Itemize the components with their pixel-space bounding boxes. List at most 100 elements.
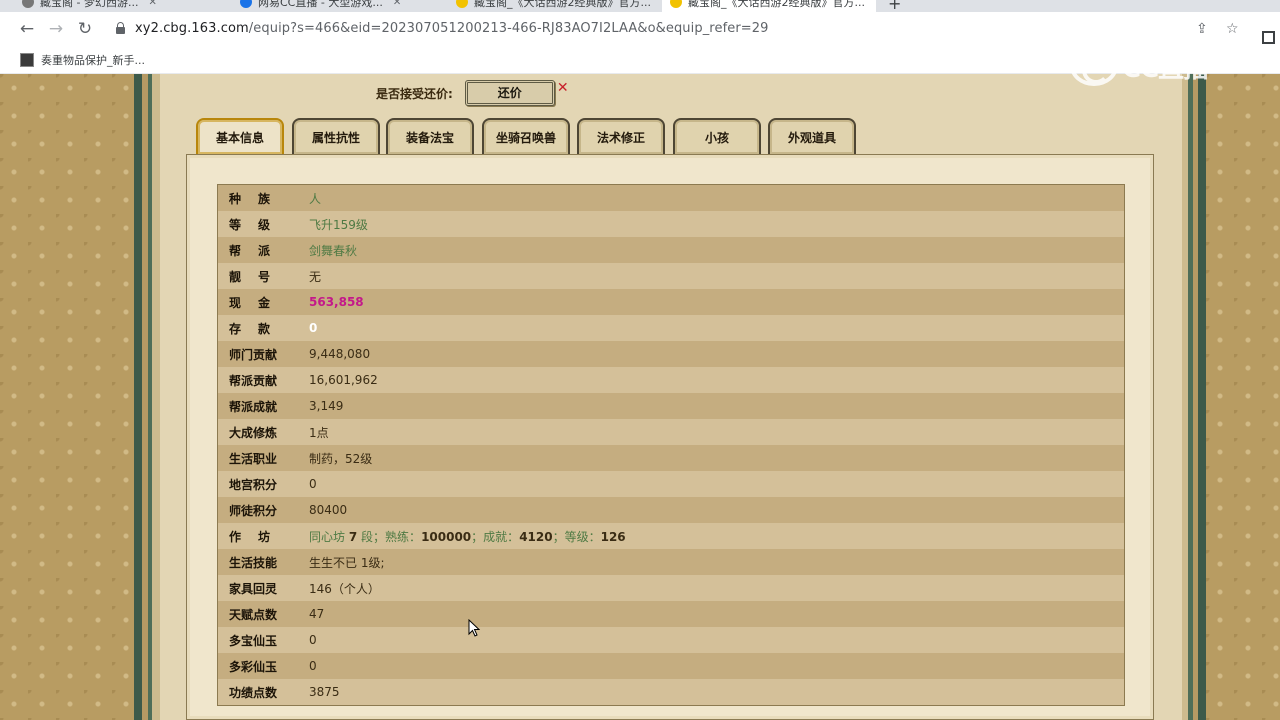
tab-spell-modifiers[interactable]: 法术修正 <box>577 118 665 154</box>
mouse-cursor-icon <box>468 619 480 637</box>
tab-title: 藏宝阁_《大话西游2经典版》官方... <box>688 0 865 9</box>
row-label: 功绩点数 <box>229 685 278 700</box>
left-pattern-background <box>0 74 134 720</box>
side-panel-icon[interactable] <box>1262 31 1275 44</box>
row-label: 多宝仙玉 <box>229 633 278 648</box>
frame-border <box>134 74 142 720</box>
basic-info-table: 种族 人 等级 飞升159级 帮派 剑舞春秋 靓号 无 现金 563,858 存款 0 师门… <box>217 184 1125 706</box>
tab-equipment[interactable]: 装备法宝 <box>386 118 474 154</box>
web-page: 是否接受还价: 还价 ✕ 基本信息 属性抗性 装备法宝 坐骑召唤兽 法术修正 小… <box>0 74 1280 720</box>
row-label: 存款 <box>229 321 288 336</box>
table-row: 作坊 同心坊 7 段；熟练：100000；成就：4120；等级：126 <box>218 523 1124 549</box>
bookmark-star-icon[interactable]: ☆ <box>1226 21 1239 37</box>
row-label: 家具回灵 <box>229 581 278 596</box>
close-x-icon: ✕ <box>556 80 569 96</box>
tab-title: 藏宝阁 - 梦幻西游... <box>40 0 139 9</box>
back-arrow-icon[interactable]: ← <box>16 18 38 40</box>
row-value: 9,448,080 <box>309 347 371 361</box>
tab-children[interactable]: 小孩 <box>673 118 761 154</box>
browser-tab[interactable]: 网易CC直播 - 大型游戏... ✕ <box>232 0 444 12</box>
row-label: 师门贡献 <box>229 347 278 362</box>
close-icon[interactable]: ✕ <box>875 0 876 8</box>
table-row: 现金 563,858 <box>218 289 1124 315</box>
browser-toolbar: ← → ↻ xy2.cbg.163.com/equip?s=466&eid=20… <box>0 12 1280 46</box>
row-label: 天赋点数 <box>229 607 278 622</box>
tab-title: 网易CC直播 - 大型游戏... <box>258 0 383 9</box>
browser-tab[interactable]: 藏宝阁 - 梦幻西游... ✕ <box>14 0 228 12</box>
row-value: 剑舞春秋 <box>309 243 358 258</box>
table-row: 地宫积分 0 <box>218 471 1124 497</box>
new-tab-icon[interactable]: + <box>888 0 901 12</box>
table-row: 师徒积分 80400 <box>218 497 1124 523</box>
reload-icon[interactable]: ↻ <box>74 18 96 40</box>
frame-border <box>152 74 160 720</box>
table-row: 帮派贡献 16,601,962 <box>218 367 1124 393</box>
lock-icon <box>116 22 125 34</box>
bookmark-item[interactable]: 奏重物品保护_新手... <box>20 52 145 68</box>
row-label: 现金 <box>229 295 288 310</box>
tab-appearance[interactable]: 外观道具 <box>768 118 856 154</box>
share-icon[interactable]: ⇪ <box>1196 21 1208 37</box>
counter-offer-button[interactable]: 还价 <box>464 80 555 106</box>
row-label: 生活技能 <box>229 555 278 570</box>
table-row: 天赋点数 47 <box>218 601 1124 627</box>
watermark-text: CC直播 <box>1122 53 1209 84</box>
table-row: 多宝仙玉 0 <box>218 627 1124 653</box>
row-value: 0 <box>309 633 317 647</box>
table-row: 家具回灵 146（个人） <box>218 575 1124 601</box>
frame-border <box>1198 74 1206 720</box>
row-value: 生生不已 1级; <box>309 555 385 570</box>
workshop-value: 同心坊 7 段；熟练：100000；成就：4120；等级：126 <box>309 529 626 544</box>
row-label: 大成修炼 <box>229 425 278 440</box>
table-row: 多彩仙玉 0 <box>218 653 1124 679</box>
right-pattern-background <box>1206 74 1280 720</box>
row-value: 0 <box>309 659 317 673</box>
counter-offer-row: 是否接受还价: 还价 ✕ <box>376 80 569 106</box>
table-row: 师门贡献 9,448,080 <box>218 341 1124 367</box>
browser-tab-active[interactable]: 藏宝阁_《大话西游2经典版》官方... ✕ <box>662 0 876 12</box>
row-label: 靓号 <box>229 269 288 284</box>
row-label: 作坊 <box>229 529 288 544</box>
browser-tab-strip: 藏宝阁 - 梦幻西游... ✕ 网易CC直播 - 大型游戏... ✕ 藏宝阁_《… <box>0 0 1280 12</box>
counter-offer-label: 是否接受还价: <box>376 86 453 101</box>
cc-logo-icon <box>1070 46 1118 86</box>
tab-favicon-icon <box>456 0 468 8</box>
tab-favicon-icon <box>670 0 682 8</box>
tab-favicon-icon <box>22 0 34 8</box>
table-row: 功绩点数 3875 <box>218 679 1124 705</box>
bookmark-favicon-icon <box>20 53 34 67</box>
row-label: 等级 <box>229 217 288 232</box>
row-value: 1点 <box>309 425 329 440</box>
row-value: 无 <box>309 269 322 284</box>
row-value: 563,858 <box>309 295 364 309</box>
address-bar[interactable]: xy2.cbg.163.com/equip?s=466&eid=20230705… <box>104 16 1254 42</box>
url-text: xy2.cbg.163.com/equip?s=466&eid=20230705… <box>135 21 769 36</box>
row-value: 飞升159级 <box>309 217 368 232</box>
table-row: 大成修炼 1点 <box>218 419 1124 445</box>
table-row: 帮派成就 3,149 <box>218 393 1124 419</box>
bookmark-label: 奏重物品保护_新手... <box>41 54 145 67</box>
table-row: 等级 飞升159级 <box>218 211 1124 237</box>
row-label: 地宫积分 <box>229 477 278 492</box>
row-label: 师徒积分 <box>229 503 278 518</box>
close-icon[interactable]: ✕ <box>393 0 401 8</box>
row-label: 帮派 <box>229 243 288 258</box>
table-row: 种族 人 <box>218 185 1124 211</box>
tab-attributes[interactable]: 属性抗性 <box>292 118 380 154</box>
row-label: 生活职业 <box>229 451 278 466</box>
close-icon[interactable]: ✕ <box>148 0 156 8</box>
table-row: 生活技能 生生不已 1级; <box>218 549 1124 575</box>
row-value: 制药，52级 <box>309 451 373 466</box>
forward-arrow-icon[interactable]: → <box>45 18 67 40</box>
tab-favicon-icon <box>240 0 252 8</box>
tab-basic-info[interactable]: 基本信息 <box>196 118 284 154</box>
table-row: 存款 0 <box>218 315 1124 341</box>
table-row: 靓号 无 <box>218 263 1124 289</box>
row-label: 帮派贡献 <box>229 373 278 388</box>
row-label: 帮派成就 <box>229 399 278 414</box>
table-row: 生活职业 制药，52级 <box>218 445 1124 471</box>
browser-tab[interactable]: 藏宝阁_《大话西游2经典版》官方... ✕ <box>448 0 658 12</box>
row-value: 人 <box>309 191 322 206</box>
table-row: 帮派 剑舞春秋 <box>218 237 1124 263</box>
tab-mounts-pets[interactable]: 坐骑召唤兽 <box>482 118 570 154</box>
